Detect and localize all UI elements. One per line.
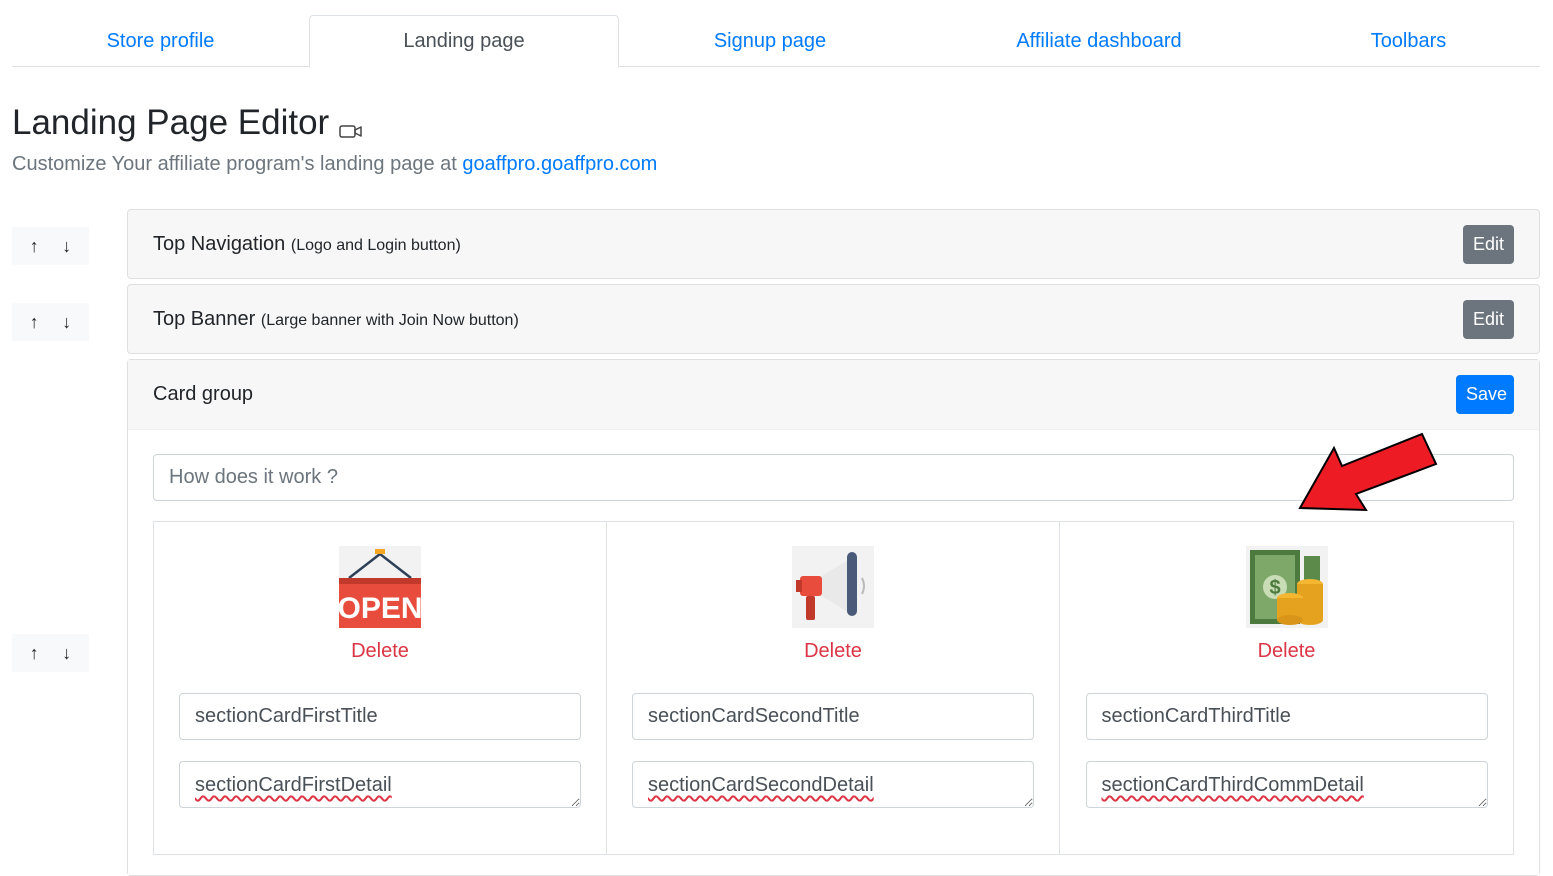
save-button[interactable]: Save xyxy=(1456,375,1514,414)
section-title: Top Navigation (Logo and Login button) xyxy=(153,233,461,256)
order-controls-top-banner: ↑ ↓ xyxy=(12,303,89,341)
section-header: Top Navigation (Logo and Login button) E… xyxy=(128,210,1539,278)
move-down-icon[interactable]: ↓ xyxy=(55,312,79,333)
section-top-navigation: Top Navigation (Logo and Login button) E… xyxy=(127,209,1540,279)
section-header: Card group Save xyxy=(128,360,1539,430)
move-up-icon[interactable]: ↑ xyxy=(22,643,46,664)
move-down-icon[interactable]: ↓ xyxy=(55,236,79,257)
section-top-banner: Top Banner (Large banner with Join Now b… xyxy=(127,284,1540,354)
card-third: $ Delete sectionCardThirdCommDetail xyxy=(1060,522,1513,854)
page-title-text: Landing Page Editor xyxy=(12,103,330,142)
section-title-text: Card group xyxy=(153,383,254,405)
edit-button[interactable]: Edit xyxy=(1463,299,1514,339)
delete-link[interactable]: Delete xyxy=(351,640,409,663)
section-subtitle: (Large banner with Join Now button) xyxy=(260,311,519,329)
money-coins-icon[interactable]: $ xyxy=(1245,546,1328,628)
section-title-text: Top Banner xyxy=(153,307,256,330)
tab-landing-page[interactable]: Landing page xyxy=(309,15,619,68)
section-subtitle: (Logo and Login button) xyxy=(290,236,461,254)
megaphone-icon[interactable] xyxy=(792,546,874,628)
order-controls-card-group: ↑ ↓ xyxy=(12,634,89,672)
card-title-input[interactable] xyxy=(179,693,581,740)
card-detail-textarea[interactable]: sectionCardThirdCommDetail xyxy=(1085,761,1488,808)
video-camera-icon[interactable] xyxy=(339,108,363,148)
tab-affiliate-dashboard[interactable]: Affiliate dashboard xyxy=(921,15,1277,67)
open-sign-icon[interactable]: OPEN xyxy=(339,546,421,628)
card-second: Delete sectionCardSecondDetail xyxy=(607,522,1060,854)
svg-text:OPEN: OPEN xyxy=(339,592,421,625)
subtitle-text: Customize Your affiliate program's landi… xyxy=(12,153,463,175)
card-first: OPEN Delete sectionCardFirstDetail xyxy=(154,522,607,854)
move-down-icon[interactable]: ↓ xyxy=(55,643,79,664)
cards-row: OPEN Delete sectionCardFirstDetail Delet… xyxy=(153,521,1514,855)
card-title-input[interactable] xyxy=(1085,693,1488,740)
move-up-icon[interactable]: ↑ xyxy=(22,236,46,257)
move-up-icon[interactable]: ↑ xyxy=(22,312,46,333)
edit-button[interactable]: Edit xyxy=(1463,224,1514,264)
page-subtitle: Customize Your affiliate program's landi… xyxy=(12,153,657,176)
card-title-input[interactable] xyxy=(632,693,1034,740)
annotation-arrow-icon xyxy=(1298,432,1438,512)
page-title: Landing Page Editor xyxy=(12,98,363,148)
section-title: Card group xyxy=(153,383,253,406)
card-detail-textarea[interactable]: sectionCardFirstDetail xyxy=(179,761,581,808)
section-header: Top Banner (Large banner with Join Now b… xyxy=(128,285,1539,353)
store-url-link[interactable]: goaffpro.goaffpro.com xyxy=(462,153,657,175)
tab-toolbars[interactable]: Toolbars xyxy=(1277,15,1540,67)
tab-store-profile[interactable]: Store profile xyxy=(12,15,309,67)
delete-link[interactable]: Delete xyxy=(1258,640,1316,663)
delete-link[interactable]: Delete xyxy=(804,640,862,663)
nav-tabs: Store profile Landing page Signup page A… xyxy=(12,15,1540,68)
card-detail-textarea[interactable]: sectionCardSecondDetail xyxy=(632,761,1034,808)
section-title: Top Banner (Large banner with Join Now b… xyxy=(153,308,519,331)
section-title-text: Top Navigation xyxy=(153,232,286,255)
tab-signup-page[interactable]: Signup page xyxy=(619,15,921,67)
order-controls-top-navigation: ↑ ↓ xyxy=(12,227,89,265)
